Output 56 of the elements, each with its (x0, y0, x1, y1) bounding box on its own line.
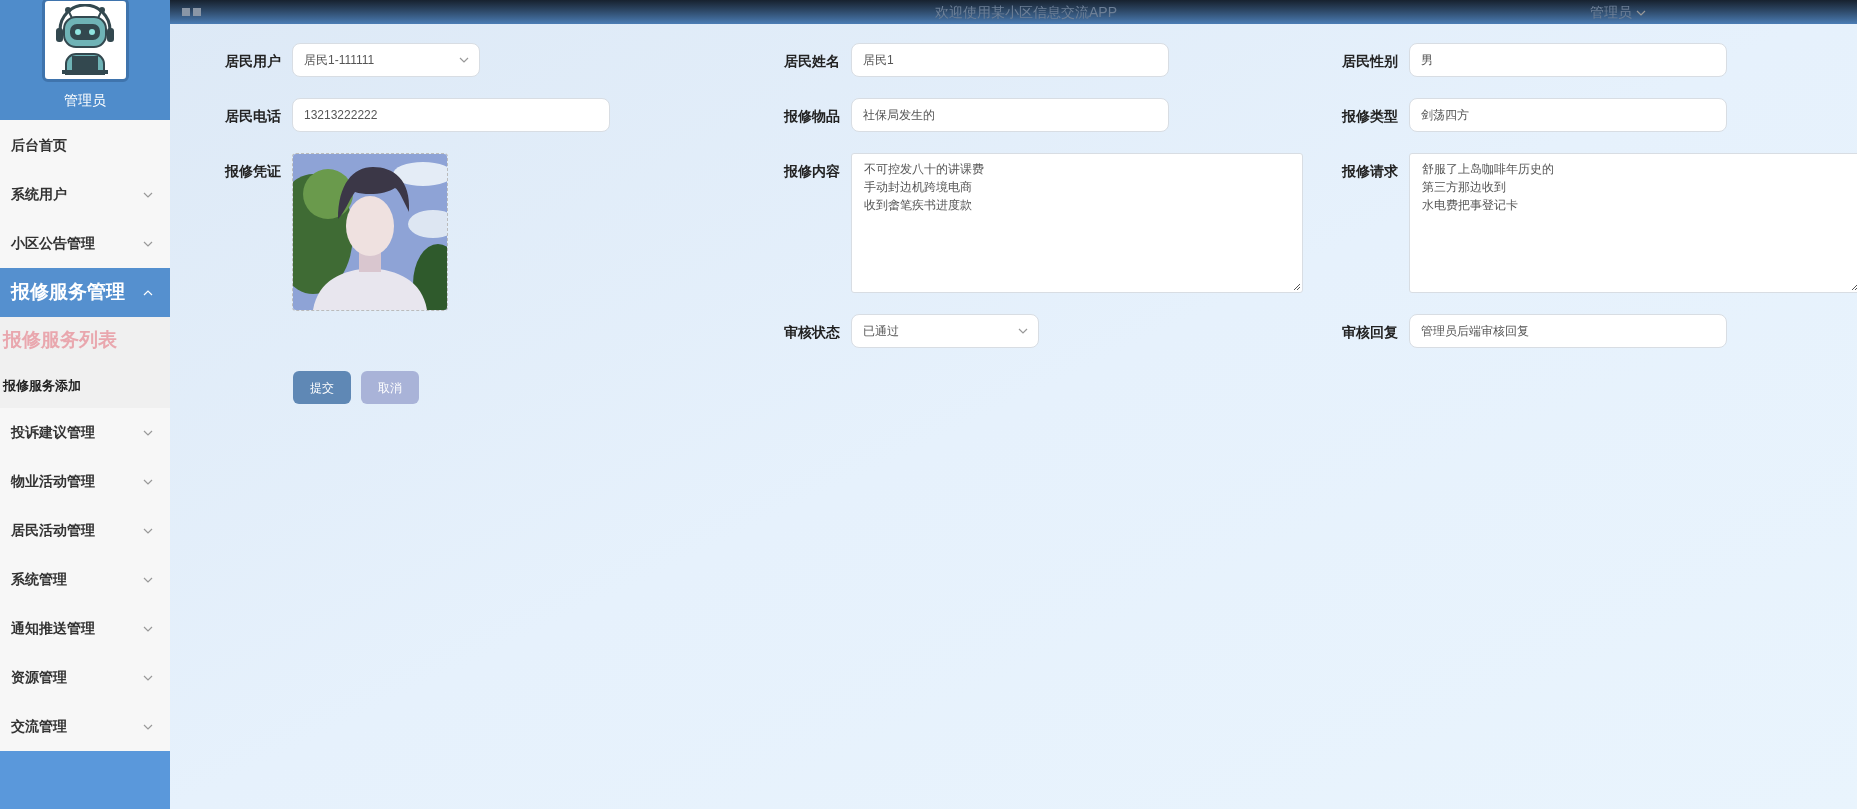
chevron-icon (143, 723, 153, 730)
submenu-item[interactable]: 报修服务添加 (0, 364, 170, 408)
field-label: 报修请求 (1342, 162, 1399, 181)
field-label: 居民电话 (225, 107, 282, 126)
input-field[interactable]: 管理员后端审核回复 (1409, 314, 1727, 348)
field-label: 审核回复 (1342, 323, 1399, 342)
field-label: 居民用户 (225, 52, 282, 71)
chevron-icon (459, 57, 469, 63)
sidebar-menu-item[interactable]: 资源管理 (0, 653, 170, 702)
sidebar-menu-item[interactable]: 通知推送管理 (0, 604, 170, 653)
select-field[interactable]: 已通过 (851, 314, 1039, 348)
sidebar-menu-item[interactable]: 后台首页 (0, 121, 170, 170)
sidebar-menu-item[interactable]: 居民活动管理 (0, 506, 170, 555)
chevron-icon (143, 625, 153, 632)
input-field[interactable]: 13213222222 (292, 98, 610, 132)
grid-icon[interactable] (182, 7, 202, 17)
chevron-icon (143, 240, 153, 247)
field-label: 居民姓名 (784, 52, 841, 71)
sidebar-menu-item[interactable]: 投诉建议管理 (0, 408, 170, 457)
sidebar-menu-item[interactable]: 系统用户 (0, 170, 170, 219)
sidebar-menu-item[interactable]: 物业活动管理 (0, 457, 170, 506)
chevron-icon (143, 191, 153, 198)
field-label: 报修凭证 (225, 162, 282, 181)
chevron-icon (143, 674, 153, 681)
text-line: 不可控发八十的讲课费 (864, 161, 984, 178)
text-line: 第三方那边收到 (1422, 179, 1506, 196)
caret-icon (1636, 9, 1646, 16)
text-area[interactable]: 舒服了上岛咖啡年历史的 第三方那边收到 水电费把事登记卡 (1409, 153, 1857, 293)
chevron-icon (1018, 328, 1028, 334)
field-label: 审核状态 (784, 323, 841, 342)
role-label: 管理员 (64, 91, 106, 110)
text-line: 收到畲笔疾书进度款 (864, 197, 972, 214)
resize-handle-icon[interactable] (1851, 283, 1857, 290)
field-label: 报修物品 (784, 107, 841, 126)
text-line: 舒服了上岛咖啡年历史的 (1422, 161, 1554, 178)
submit-button[interactable]: 提交 (293, 371, 351, 404)
field-label: 报修内容 (784, 162, 841, 181)
input-field[interactable]: 剑荡四方 (1409, 98, 1727, 132)
sidebar-menu-item[interactable]: 交流管理 (0, 702, 170, 751)
chevron-icon (143, 576, 153, 583)
text-line: 水电费把事登记卡 (1422, 197, 1518, 214)
sidebar-menu-item[interactable]: 小区公告管理 (0, 219, 170, 268)
text-area[interactable]: 不可控发八十的讲课费 手动封边机跨境电商 收到畲笔疾书进度款 (851, 153, 1303, 293)
sidebar-menu-item[interactable]: 系统管理 (0, 555, 170, 604)
input-field[interactable]: 社保局发生的 (851, 98, 1169, 132)
chevron-icon (143, 527, 153, 534)
field-label: 居民性别 (1342, 52, 1399, 71)
resize-handle-icon[interactable] (1293, 283, 1300, 290)
select-field[interactable]: 居民1-111111 (292, 43, 480, 77)
chevron-icon (143, 289, 153, 296)
input-field[interactable]: 男 (1409, 43, 1727, 77)
chevron-icon (143, 429, 153, 436)
input-field[interactable]: 居民1 (851, 43, 1169, 77)
text-line: 手动封边机跨境电商 (864, 179, 972, 196)
chevron-icon (143, 478, 153, 485)
field-label: 报修类型 (1342, 107, 1399, 126)
